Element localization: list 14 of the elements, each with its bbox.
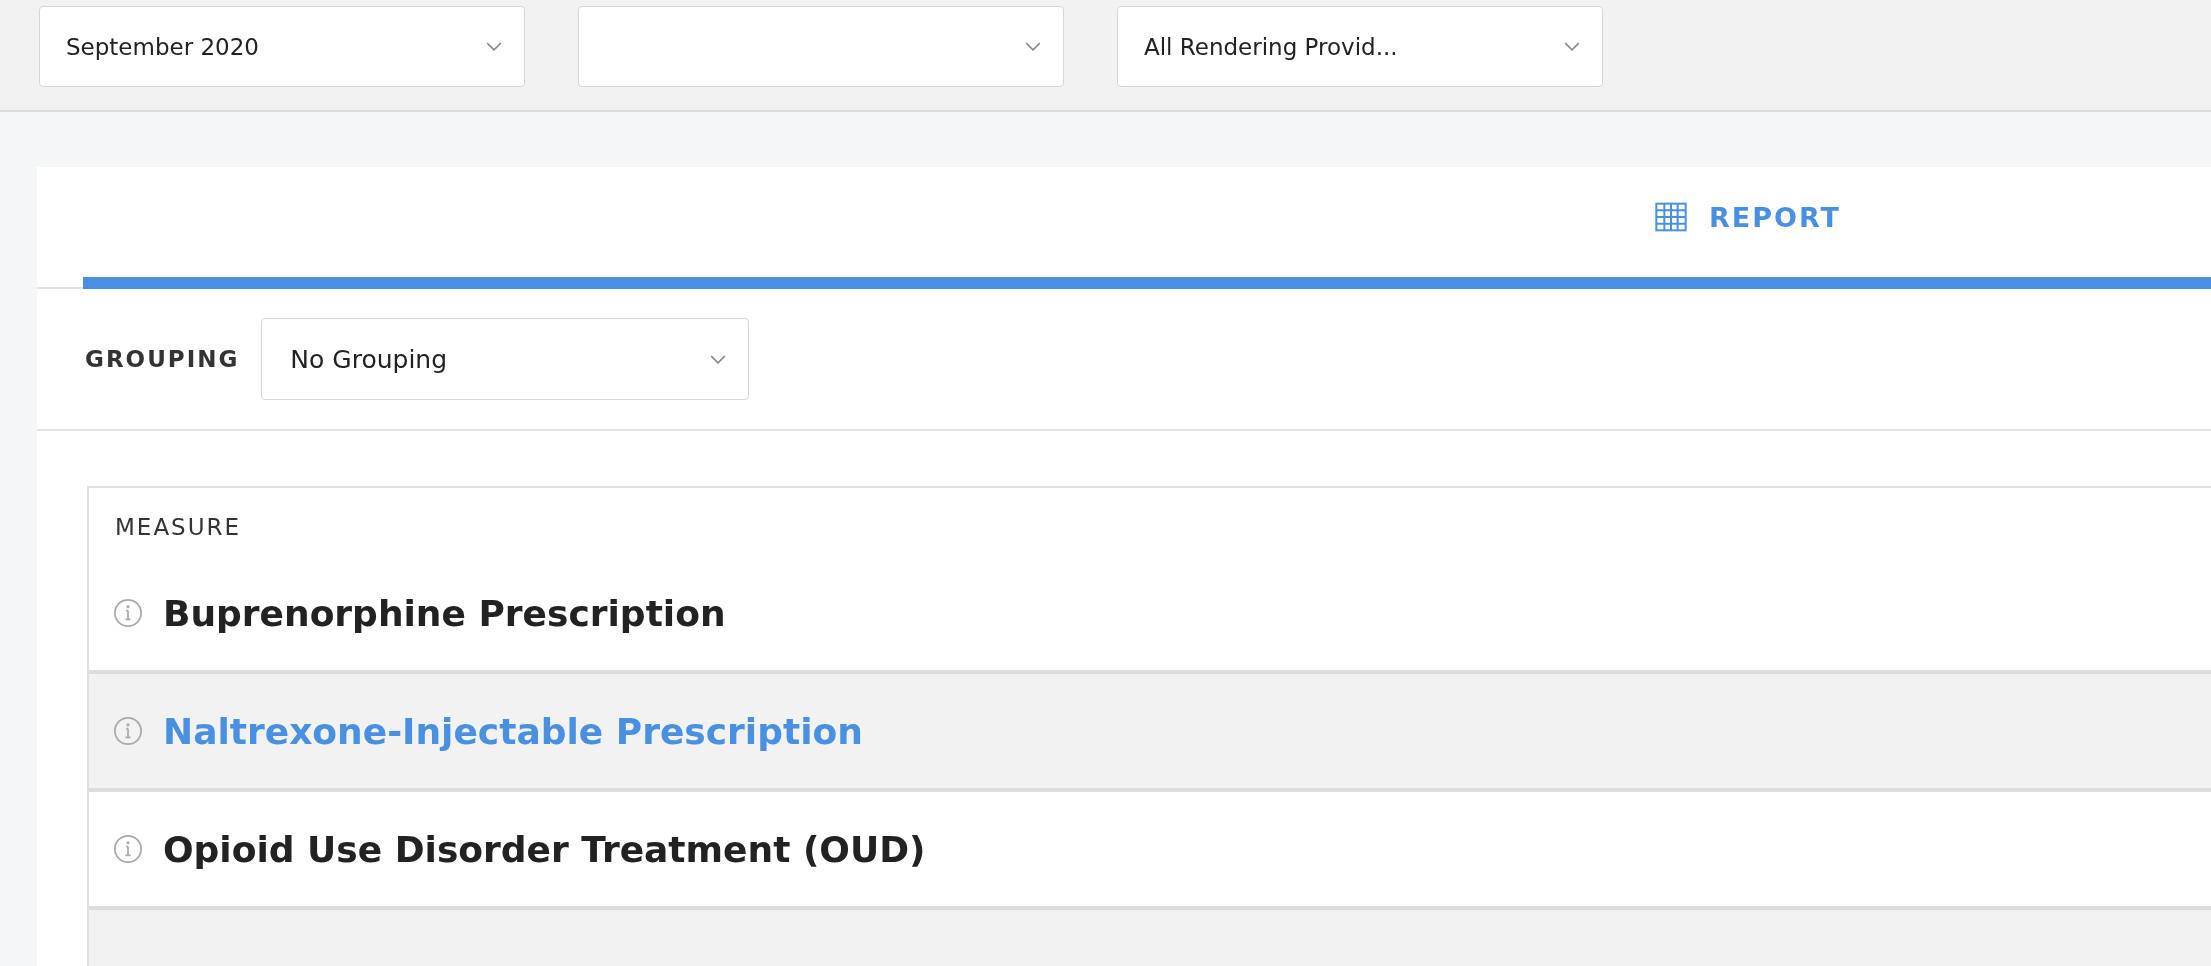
- chevron-down-icon: [710, 354, 727, 364]
- table-icon: [1655, 202, 1687, 232]
- chevron-down-icon: [1564, 42, 1580, 51]
- info-icon: [113, 598, 143, 628]
- filter-dropdown[interactable]: All Rendering Provid...: [1117, 6, 1603, 87]
- grouping-label: GROUPING: [85, 346, 240, 372]
- info-icon: [113, 716, 143, 746]
- grouping-dropdown[interactable]: No Grouping: [261, 318, 750, 400]
- chevron-down-icon: [486, 42, 502, 51]
- chevron-down-icon: [1025, 42, 1041, 51]
- info-icon: [113, 834, 143, 864]
- filter-dropdown[interactable]: September 2020: [39, 6, 525, 87]
- filter-dropdown[interactable]: [578, 6, 1064, 87]
- column-header: MEASURE: [114, 513, 243, 542]
